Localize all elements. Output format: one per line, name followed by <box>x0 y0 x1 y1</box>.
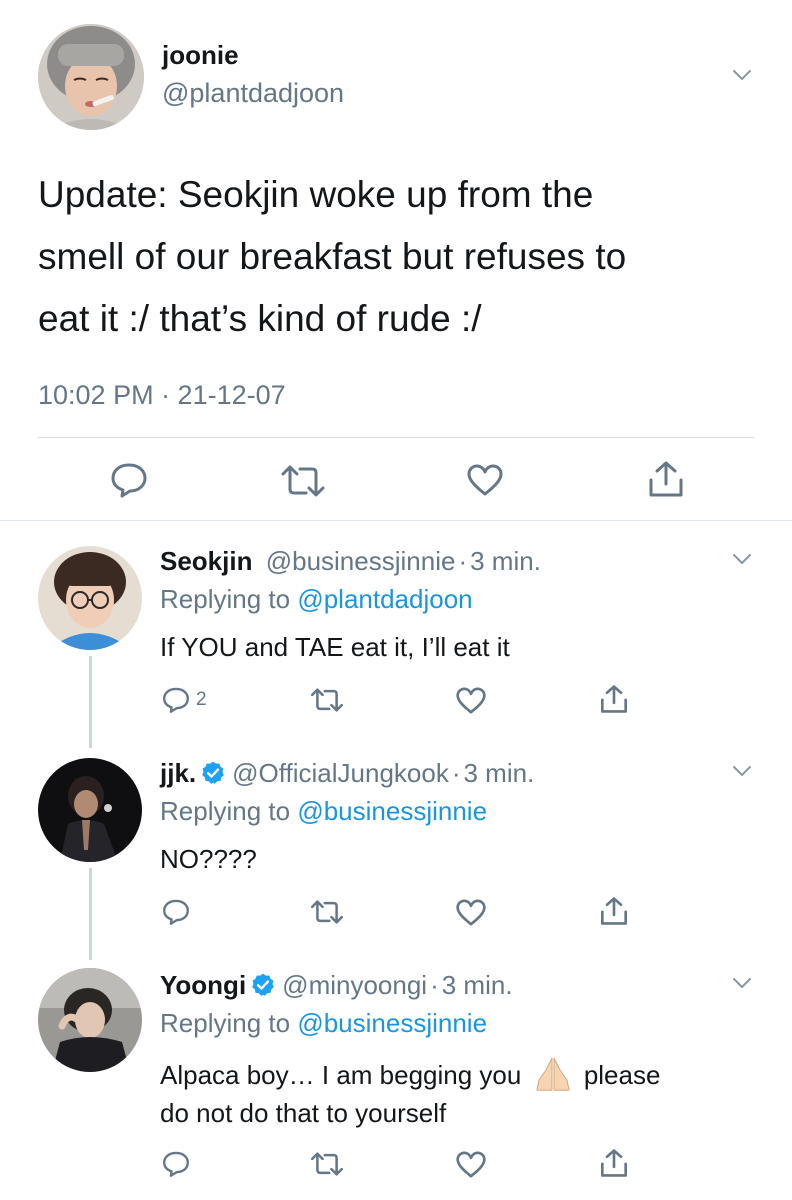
share-icon[interactable] <box>648 460 684 498</box>
reply-header: Seokjin @businessjinnie · 3 min. <box>160 546 541 577</box>
reply-text-line: Alpaca boy… I am begging you please <box>160 1056 660 1094</box>
heart-icon[interactable] <box>456 1151 486 1178</box>
author-name[interactable]: joonie <box>162 40 239 71</box>
separator: · <box>451 758 461 788</box>
reply-count: 2 <box>196 689 207 710</box>
section-divider <box>0 520 792 521</box>
avatar-seokjin[interactable] <box>38 546 142 650</box>
retweet-icon[interactable] <box>310 688 344 712</box>
reply-action[interactable]: 2 <box>162 686 207 714</box>
reply-icon[interactable] <box>110 462 148 498</box>
tweet-text-line: smell of our breakfast but refuses to <box>38 236 627 277</box>
reply-author-handle[interactable]: @minyoongi <box>282 970 427 1000</box>
share-icon[interactable] <box>600 1148 628 1178</box>
replying-to-label: Replying to <box>160 584 291 614</box>
retweet-icon[interactable] <box>310 1152 344 1176</box>
thread-line <box>89 868 92 960</box>
tweet-text: Update: Seokjin woke up from the smell o… <box>38 164 758 350</box>
verified-badge-icon <box>252 973 275 996</box>
replying-to-handle[interactable]: @businessjinnie <box>297 1008 487 1038</box>
separator: · <box>458 546 468 576</box>
reply-icon[interactable] <box>162 686 190 714</box>
share-icon[interactable] <box>600 896 628 926</box>
replying-to-label: Replying to <box>160 796 291 826</box>
replying-to: Replying to @businessjinnie <box>160 796 487 827</box>
retweet-icon[interactable] <box>280 465 326 497</box>
reply-header: Yoongi @minyoongi · 3 min. <box>160 970 513 1001</box>
reply-author-name[interactable]: Seokjin <box>160 546 252 576</box>
separator: · <box>430 970 439 1000</box>
avatar-jjk[interactable] <box>38 758 142 862</box>
reply-icon[interactable] <box>162 898 190 926</box>
reply-time[interactable]: 3 min. <box>464 758 535 788</box>
reply-icon[interactable] <box>162 1150 190 1178</box>
verified-badge-icon <box>202 761 224 784</box>
reply-text: NO???? <box>160 844 257 874</box>
reply-text-segment: please <box>583 1060 661 1090</box>
reply-author-name[interactable]: jjk. <box>160 758 196 788</box>
heart-icon[interactable] <box>467 464 503 496</box>
reply-author-handle[interactable]: @businessjinnie <box>266 546 456 576</box>
folded-hands-emoji <box>535 1057 570 1091</box>
reply-author-name[interactable]: Yoongi <box>160 970 246 1000</box>
chevron-down-icon[interactable] <box>733 554 751 565</box>
reply-text-segment: Alpaca boy… I am begging you <box>160 1060 522 1090</box>
reply-text: If YOU and TAE eat it, I’ll eat it <box>160 632 510 662</box>
replying-to-handle[interactable]: @plantdadjoon <box>297 584 472 614</box>
chevron-down-icon[interactable] <box>733 70 751 81</box>
reply-text-line: do not do that to yourself <box>160 1098 447 1128</box>
tweet-timestamp[interactable]: 10:02 PM · 21-12-07 <box>38 380 286 411</box>
reply-header: jjk. @OfficialJungkook · 3 min. <box>160 758 534 789</box>
reply-time[interactable]: 3 min. <box>442 970 513 1000</box>
thread-line <box>89 656 92 748</box>
tweet-text-line: Update: Seokjin woke up from the <box>38 174 594 215</box>
author-handle[interactable]: @plantdadjoon <box>162 78 344 109</box>
chevron-down-icon[interactable] <box>733 766 751 777</box>
replying-to: Replying to @plantdadjoon <box>160 584 473 615</box>
avatar-joonie[interactable] <box>38 24 144 130</box>
replying-to: Replying to @businessjinnie <box>160 1008 487 1039</box>
chevron-down-icon[interactable] <box>733 978 751 989</box>
avatar-yoongi[interactable] <box>38 968 142 1072</box>
reply-time[interactable]: 3 min. <box>470 546 541 576</box>
replying-to-label: Replying to <box>160 1008 291 1038</box>
heart-icon[interactable] <box>456 899 486 926</box>
share-icon[interactable] <box>600 684 628 714</box>
replying-to-handle[interactable]: @businessjinnie <box>297 796 487 826</box>
reply-text: Alpaca boy… I am begging you please do n… <box>160 1056 660 1132</box>
divider <box>38 437 754 438</box>
heart-icon[interactable] <box>456 687 486 714</box>
retweet-icon[interactable] <box>310 900 344 924</box>
tweet-text-line: eat it :/ that’s kind of rude :/ <box>38 298 482 339</box>
reply-author-handle[interactable]: @OfficialJungkook <box>232 758 449 788</box>
